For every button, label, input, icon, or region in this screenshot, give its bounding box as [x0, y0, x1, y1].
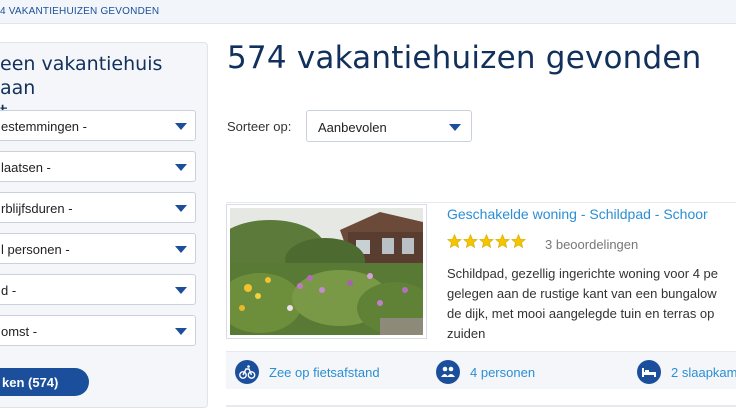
persons-select-value: l personen - [1, 242, 70, 257]
bed-icon [637, 360, 661, 384]
bicycle-icon [235, 360, 259, 384]
top-bar: 4 VAKANTIEHUIZEN GEVONDEN [0, 0, 736, 24]
listing-title-link[interactable]: Geschakelde woning - Schildpad - Schoor [447, 206, 708, 222]
star-icon [479, 234, 494, 249]
listing-photo[interactable] [226, 204, 427, 339]
sidebar-title-line1: een vakantiehuis aan [0, 53, 163, 99]
arrival-select-value: omst - [1, 324, 38, 339]
chevron-down-icon [175, 123, 187, 130]
chevron-down-icon [449, 124, 461, 131]
stay-duration-select-value: rblijfsduren - [1, 201, 73, 216]
feature-bike: Zee op fietsafstand [235, 360, 380, 384]
destination-select[interactable]: estemmingen - [0, 110, 196, 141]
search-button[interactable]: ken (574) [0, 368, 89, 396]
garden-house-photo [230, 208, 423, 335]
chevron-down-icon [175, 164, 187, 171]
chevron-down-icon [175, 246, 187, 253]
description-line: Schildpad, gezellig ingerichte woning vo… [447, 266, 719, 281]
description-line: gelegen aan de rustige kant van een bung… [447, 286, 717, 301]
page-title: 574 vakantiehuizen gevonden [227, 40, 702, 76]
feature-bedrooms: 2 slaapkam [637, 360, 736, 384]
review-count[interactable]: 3 beoordelingen [545, 237, 638, 252]
chevron-down-icon [175, 328, 187, 335]
star-icon [495, 234, 510, 249]
feature-label: Zee op fietsafstand [269, 364, 380, 380]
chevron-down-icon [175, 287, 187, 294]
search-button-label: ken (574) [2, 375, 59, 390]
persons-select[interactable]: l personen - [0, 233, 196, 264]
feature-label: 2 slaapkam [671, 364, 736, 380]
description-line: de dijk, met mooi aangelegde tuin en ter… [447, 306, 715, 321]
breadcrumb[interactable]: 4 VAKANTIEHUIZEN GEVONDEN [0, 6, 159, 17]
stay-duration-select[interactable]: rblijfsduren - [0, 192, 196, 223]
period-select-value: d - [1, 283, 17, 298]
chevron-down-icon [175, 205, 187, 212]
arrival-select[interactable]: omst - [0, 315, 196, 346]
sort-label: Sorteer op: [227, 119, 292, 134]
sort-select-value: Aanbevolen [318, 120, 387, 135]
rating-stars [447, 234, 526, 249]
divider [226, 405, 736, 407]
feature-label: 4 personen [470, 364, 536, 380]
people-icon [436, 360, 460, 384]
star-icon [463, 234, 478, 249]
places-select[interactable]: laatsen - [0, 151, 196, 182]
period-select[interactable]: d - [0, 274, 196, 305]
places-select-value: laatsen - [1, 160, 51, 175]
listing-features: Zee op fietsafstand 4 personen 2 slaapka… [226, 351, 736, 389]
description-line: zuiden [447, 326, 486, 341]
listing-description: Schildpad, gezellig ingerichte woning vo… [447, 264, 736, 344]
destination-select-value: estemmingen - [1, 119, 87, 134]
sort-select[interactable]: Aanbevolen [306, 110, 472, 142]
feature-persons: 4 personen [436, 360, 535, 384]
star-icon [447, 234, 462, 249]
star-icon [511, 234, 526, 249]
